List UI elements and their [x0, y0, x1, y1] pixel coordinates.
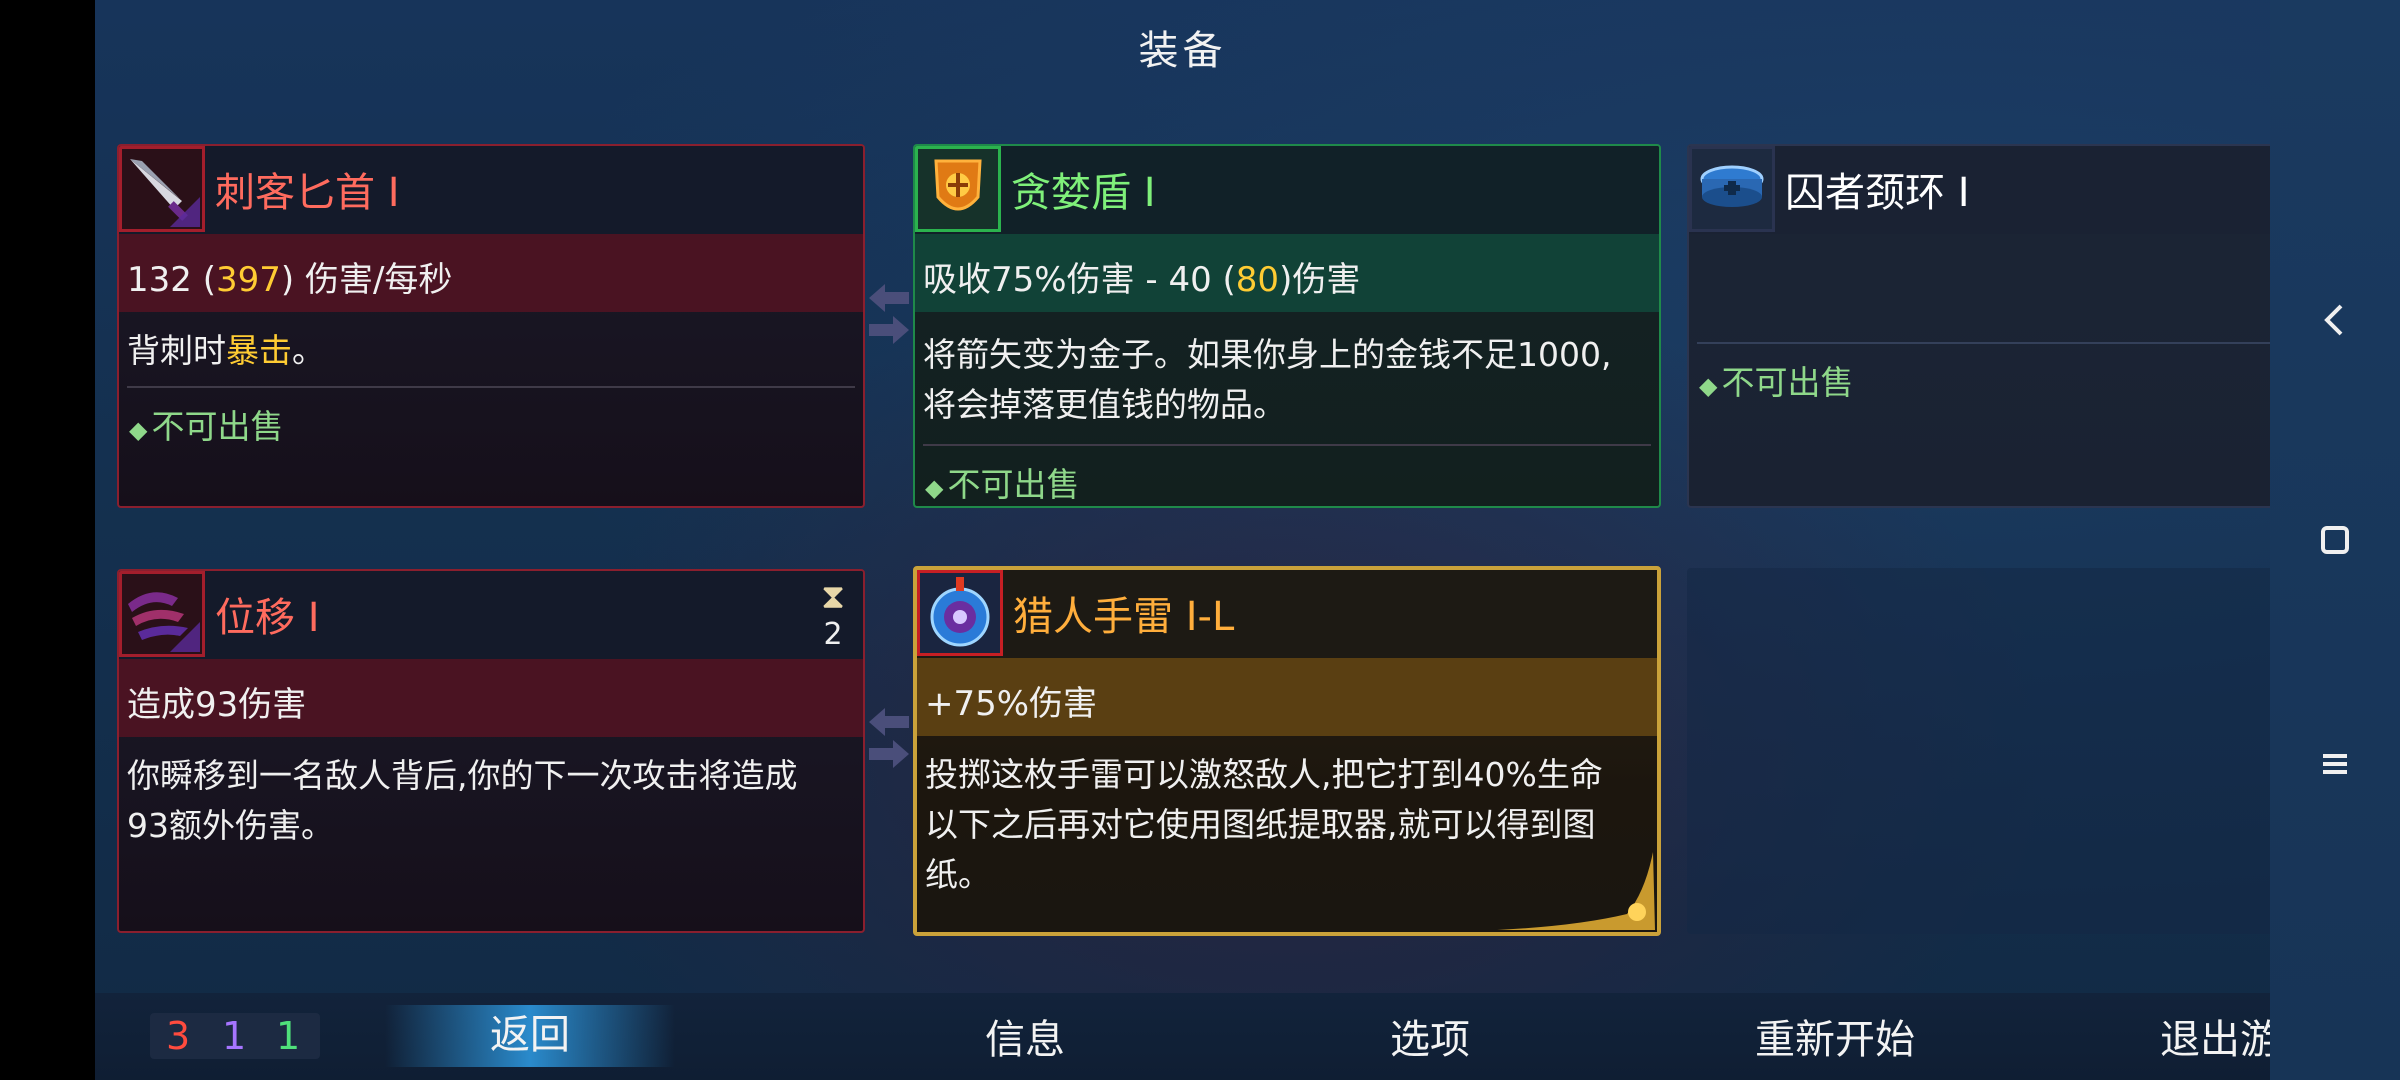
card-header: 贪婪盾 I	[915, 146, 1659, 234]
diamond-icon: ◆	[925, 474, 944, 502]
back-button[interactable]: 返回	[385, 1005, 675, 1067]
desc-line: 93额外伤害。	[127, 806, 334, 845]
info-button[interactable]: 信息	[875, 1007, 1175, 1065]
hourglass-icon: ⧗	[821, 577, 845, 617]
desc-line: 以下之后再对它使用图纸提取器,就可以得到图	[925, 805, 1596, 844]
brutality-count: 3	[166, 1014, 191, 1058]
card-stat: 吸收75%伤害 - 40 (80)伤害	[923, 260, 1361, 300]
skill-card-blink[interactable]: 位移 I ⧗ 2 造成93伤害 你瞬移到一名敌人背后,你的下一次攻击将造成 93…	[117, 569, 865, 933]
skill-card-grenade[interactable]: 猎人手雷 I-L +75%伤害 投掷这枚手雷可以激怒敌人,把它打到40%生命 以…	[913, 566, 1661, 936]
bottom-menu-bar: 3 1 1 返回 信息 选项 重新开始 退出游戏	[95, 993, 2270, 1080]
card-name: 刺客匕首 I	[215, 170, 400, 216]
system-nav-bar	[2270, 0, 2400, 1080]
card-name: 贪婪盾 I	[1011, 170, 1156, 216]
card-divider	[923, 444, 1651, 446]
card-divider	[127, 386, 855, 388]
square-icon[interactable]	[2315, 520, 2355, 560]
empty-slot	[1687, 568, 2270, 934]
card-header: 位移 I ⧗ 2	[119, 571, 863, 659]
card-stat: 132 (397) 伤害/每秒	[127, 260, 453, 300]
desc-line: 将箭矢变为金子。如果你身上的金钱不足1000,	[923, 335, 1612, 374]
card-name: 囚者颈环 I	[1785, 170, 1970, 216]
unsellable-tag: ◆ 不可出售	[925, 465, 1080, 504]
tactics-count: 1	[222, 1014, 247, 1058]
equipment-card-dagger[interactable]: 刺客匕首 I 132 (397) 伤害/每秒 背刺时暴击。 ◆ 不可出售	[117, 144, 865, 508]
card-description: 你瞬移到一名敌人背后,你的下一次攻击将造成 93额外伤害。	[127, 751, 853, 851]
equipment-card-collar[interactable]: 囚者颈环 I ◆ 不可出售	[1687, 144, 2270, 508]
card-stat-bar: 吸收75%伤害 - 40 (80)伤害	[915, 234, 1659, 312]
gold-ornament-icon	[1497, 852, 1655, 930]
card-stat-bar: 造成93伤害	[119, 659, 863, 737]
desc-line: 投掷这枚手雷可以激怒敌人,把它打到40%生命	[925, 755, 1603, 794]
blink-icon	[119, 571, 205, 657]
collar-icon	[1689, 146, 1775, 232]
options-button[interactable]: 选项	[1280, 1007, 1580, 1065]
page-title: 装备	[1138, 28, 1227, 74]
card-description: 将箭矢变为金子。如果你身上的金钱不足1000, 将会掉落更值钱的物品。	[923, 330, 1649, 430]
desc-line: 将会掉落更值钱的物品。	[923, 385, 1286, 424]
shield-icon	[915, 146, 1001, 232]
card-header: 刺客匕首 I	[119, 146, 863, 234]
card-name: 猎人手雷 I-L	[1013, 594, 1235, 640]
restart-button[interactable]: 重新开始	[1685, 1007, 1985, 1065]
hamburger-icon[interactable]	[2315, 744, 2355, 784]
card-stat: +75%伤害	[925, 684, 1098, 724]
diamond-icon: ◆	[1699, 372, 1718, 400]
desc-line: 你瞬移到一名敌人背后,你的下一次攻击将造成	[127, 756, 798, 795]
survival-count: 1	[276, 1014, 301, 1058]
scroll-counters: 3 1 1	[150, 1013, 320, 1059]
card-stat-bar	[1689, 234, 2270, 312]
chevron-left-icon[interactable]	[2313, 298, 2357, 342]
card-stat-bar: +75%伤害	[917, 658, 1657, 736]
card-name: 位移 I	[215, 595, 320, 641]
card-header: 囚者颈环 I	[1689, 146, 2270, 234]
card-stat-bar: 132 (397) 伤害/每秒	[119, 234, 863, 312]
game-screen: 装备 刺客匕首 I 132 (397) 伤害/每秒 背刺时暴击。 ◆不可出售	[95, 0, 2270, 1080]
quit-game-button[interactable]: 退出游戏	[2090, 1007, 2270, 1065]
unsellable-tag: ◆ 不可出售	[129, 407, 284, 446]
card-description: 背刺时暴击。	[127, 331, 325, 370]
unsellable-tag: ◆ 不可出售	[1699, 363, 1854, 402]
grenade-icon	[917, 570, 1003, 656]
cooldown-indicator: ⧗ 2	[813, 577, 853, 653]
cooldown-value: 2	[823, 617, 843, 652]
swap-arrows-icon[interactable]	[867, 278, 911, 348]
swap-arrows-icon[interactable]	[867, 702, 911, 772]
card-stat: 造成93伤害	[127, 685, 307, 725]
equipment-card-shield[interactable]: 贪婪盾 I 吸收75%伤害 - 40 (80)伤害 将箭矢变为金子。如果你身上的…	[913, 144, 1661, 508]
dagger-icon	[119, 146, 205, 232]
card-divider	[1697, 342, 2270, 344]
card-header: 猎人手雷 I-L	[917, 570, 1657, 658]
diamond-icon: ◆	[129, 416, 148, 444]
